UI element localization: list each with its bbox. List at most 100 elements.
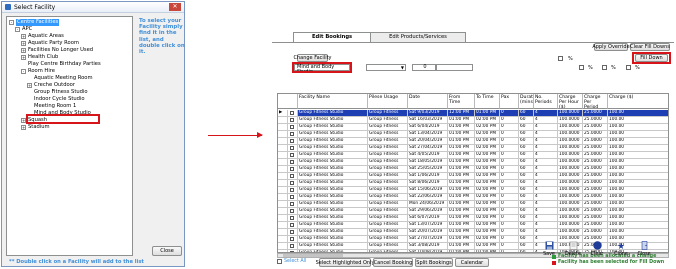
row-checkbox[interactable] <box>290 174 294 178</box>
tree-node[interactable]: + Facilities No Longer Used <box>21 47 93 54</box>
tree-node[interactable]: - Room Hire <box>21 68 55 75</box>
expand-icon[interactable]: + <box>27 83 32 88</box>
cell-facility[interactable]: Group Fitness Studio <box>298 166 368 173</box>
column-header[interactable]: Pilese Usage <box>368 94 408 109</box>
cell-pax[interactable]: 0 <box>500 110 519 117</box>
tree-node[interactable]: + Aquatic Party Room <box>21 40 79 47</box>
cell-pax[interactable]: 0 <box>500 166 519 173</box>
row-checkbox[interactable] <box>290 132 294 136</box>
cell-usage[interactable]: Group Fitness <box>368 166 408 173</box>
tree-node[interactable]: Meeting Room 1 <box>27 103 76 110</box>
row-checkbox[interactable] <box>290 230 294 234</box>
cell-to[interactable]: 02:00 PM <box>475 152 500 159</box>
cell-pax[interactable]: 0 <box>500 159 519 166</box>
cell-date[interactable]: Sat 8/06/2019 <box>408 180 448 187</box>
table-row[interactable]: Group Fitness Studio Group Fitness Sat 29/… <box>278 208 668 215</box>
cell-pax[interactable]: 0 <box>500 236 519 243</box>
cell-usage[interactable]: Group Fitness <box>368 110 408 117</box>
cell-pax[interactable]: 0 <box>500 187 519 194</box>
cell-charge[interactable]: 100.00 <box>608 194 668 201</box>
cell-usage[interactable]: Group Fitness <box>368 152 408 159</box>
cell-date[interactable]: Sat 1/06/2019 <box>408 173 448 180</box>
cell-date[interactable]: Sat 13/07/2019 <box>408 222 448 229</box>
expand-icon[interactable]: + <box>21 48 26 53</box>
cell-dur[interactable]: 60 <box>519 117 534 124</box>
cell-periods[interactable]: 4 <box>534 117 558 124</box>
cell-cpp[interactable]: 25.0000 <box>583 180 608 187</box>
row-checkbox[interactable] <box>290 146 294 150</box>
delete-button[interactable]: Delete <box>563 241 583 257</box>
cell-cpp[interactable]: 25.0000 <box>583 187 608 194</box>
table-row[interactable]: Group Fitness Studio Group Fitness Sat 8/0… <box>278 180 668 187</box>
close-button[interactable]: Close <box>634 241 654 257</box>
close-button[interactable]: Close <box>152 246 182 256</box>
cell-charge[interactable]: 100.00 <box>608 215 668 222</box>
cell-periods[interactable]: 4 <box>534 194 558 201</box>
cell-charge[interactable]: 100.00 <box>608 229 668 236</box>
bookings-grid[interactable]: Facility Name Pilese Usage Date From Time To… <box>277 93 669 253</box>
cell-periods[interactable]: 4 <box>534 110 558 117</box>
cell-periods[interactable]: 4 <box>534 215 558 222</box>
cell-dur[interactable]: 60 <box>519 180 534 187</box>
cell-cpp[interactable]: 25.0000 <box>583 117 608 124</box>
cell-date[interactable]: Sat 16/03/2019 <box>408 117 448 124</box>
cell-cph[interactable]: 100.0000 <box>558 173 583 180</box>
cell-from[interactable]: 01:00 PM <box>448 208 475 215</box>
pct-checkbox-4[interactable] <box>626 65 631 70</box>
expand-icon[interactable]: + <box>21 34 26 39</box>
cell-periods[interactable]: 4 <box>534 166 558 173</box>
cell-facility[interactable]: Group Fitness Studio <box>298 131 368 138</box>
cell-dur[interactable]: 60 <box>519 152 534 159</box>
cell-to[interactable]: 02:00 PM <box>475 173 500 180</box>
table-row[interactable]: Group Fitness Studio Group Fitness Sat 13/… <box>278 131 668 138</box>
cell-dur[interactable]: 60 <box>519 201 534 208</box>
cell-usage[interactable]: Group Fitness <box>368 124 408 131</box>
cell-cph[interactable]: 100.0000 <box>558 138 583 145</box>
cell-date[interactable]: Mon 24/06/2019 <box>408 201 448 208</box>
cell-facility[interactable]: Group Fitness Studio <box>298 201 368 208</box>
cell-cph[interactable]: 100.0000 <box>558 166 583 173</box>
cell-to[interactable]: 02:00 PM <box>475 208 500 215</box>
date-field[interactable]: 0 <box>412 64 436 71</box>
cell-periods[interactable]: 4 <box>534 138 558 145</box>
cell-facility[interactable]: Group Fitness Studio <box>298 180 368 187</box>
tree-node[interactable]: Aquatic Meeting Room <box>27 75 93 82</box>
column-header[interactable]: Charge ($) <box>608 94 668 109</box>
cell-periods[interactable]: 4 <box>534 180 558 187</box>
tree-node[interactable]: + Aquatic Areas <box>21 33 64 40</box>
column-header[interactable]: Date <box>408 94 448 109</box>
cell-usage[interactable]: Group Fitness <box>368 138 408 145</box>
table-row[interactable]: Group Fitness Studio Group Fitness Sat 20/… <box>278 138 668 145</box>
cell-date[interactable]: Sat 22/06/2019 <box>408 194 448 201</box>
tree-node[interactable]: Group Fitness Studio <box>27 89 88 96</box>
facility-tree[interactable]: - Centre Facilities - APC + Aquatic Areas + Aqu… <box>6 16 133 256</box>
cell-periods[interactable]: 4 <box>534 152 558 159</box>
tab-edit-products[interactable]: Edit Products/Services <box>370 32 466 42</box>
cell-facility[interactable]: Group Fitness Studio <box>298 173 368 180</box>
pct-checkbox-2[interactable] <box>579 65 584 70</box>
cell-pax[interactable]: 0 <box>500 138 519 145</box>
cell-dur[interactable]: 60 <box>519 145 534 152</box>
cell-cpp[interactable]: 25.0000 <box>583 138 608 145</box>
cell-facility[interactable]: Group Fitness Studio <box>298 138 368 145</box>
table-row[interactable]: Group Fitness Studio Group Fitness Sat 27/… <box>278 145 668 152</box>
cell-charge[interactable]: 100.00 <box>608 201 668 208</box>
cell-cph[interactable]: 100.0000 <box>558 159 583 166</box>
cell-periods[interactable]: 4 <box>534 187 558 194</box>
cell-from[interactable]: 01:00 PM <box>448 243 475 250</box>
cell-to[interactable]: 02:00 PM <box>475 229 500 236</box>
cell-usage[interactable]: Group Fitness <box>368 222 408 229</box>
apply-override-button[interactable]: Apply Override <box>592 43 630 51</box>
row-checkbox[interactable] <box>290 167 294 171</box>
column-header[interactable]: Charge Per Hour ($) <box>558 94 583 109</box>
cell-dur[interactable]: 60 <box>519 222 534 229</box>
cell-charge[interactable]: 100.00 <box>608 208 668 215</box>
cell-pax[interactable]: 0 <box>500 152 519 159</box>
cell-charge[interactable]: 100.00 <box>608 187 668 194</box>
cell-from[interactable]: 12:00 PM <box>448 110 475 117</box>
cell-from[interactable]: 01:00 PM <box>448 215 475 222</box>
cell-dur[interactable]: 60 <box>519 173 534 180</box>
row-checkbox[interactable] <box>290 237 294 241</box>
cell-to[interactable]: 02:00 PM <box>475 131 500 138</box>
split-bookings-button[interactable]: Split Bookings <box>415 258 453 267</box>
